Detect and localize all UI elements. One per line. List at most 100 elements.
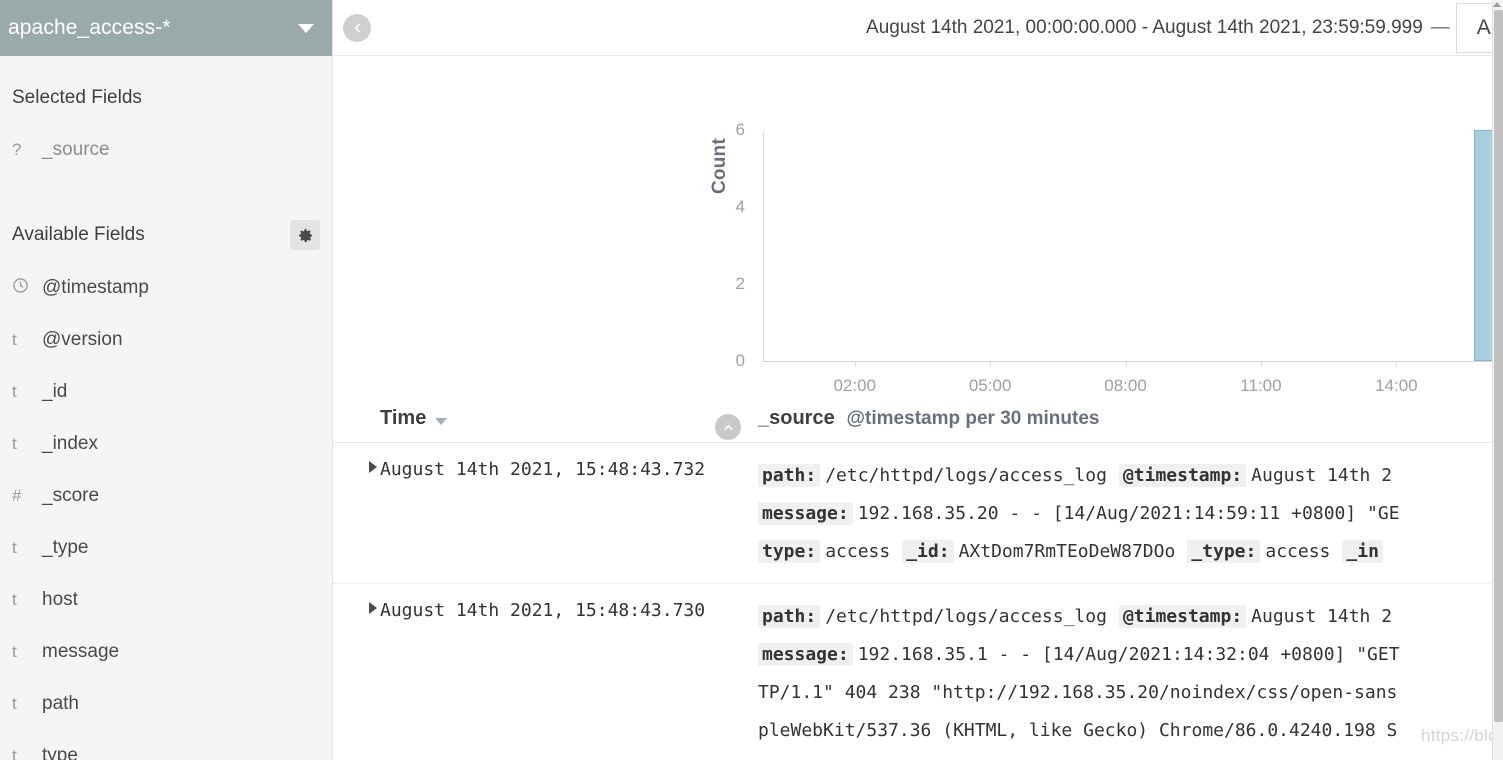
available-field-host[interactable]: t host [0, 574, 332, 626]
page-scrollbar-thumb[interactable] [1494, 10, 1503, 722]
available-field-timestamp[interactable]: @timestamp [0, 262, 332, 314]
selected-fields-label: Selected Fields [12, 87, 142, 108]
field-name: _id [42, 381, 68, 402]
available-field-id[interactable]: t _id [0, 366, 332, 418]
doc-field-value: 192.168.35.1 - - [14/Aug/2021:14:32:04 +… [857, 644, 1400, 665]
scroll-up-arrow-icon[interactable] [1493, 2, 1501, 7]
available-field-type[interactable]: t _type [0, 522, 332, 574]
doc-field-value: August 14th 2 [1251, 606, 1393, 627]
column-header-source-label: _source [758, 407, 835, 429]
table-body: August 14th 2021, 15:48:43.732 path:/etc/… [333, 443, 1503, 760]
doc-source: path:/etc/httpd/logs/access_log @timestam… [758, 598, 1503, 750]
table-row[interactable]: August 14th 2021, 15:48:43.730 path:/etc/… [333, 584, 1503, 760]
field-type-icon-string: t [12, 590, 17, 609]
available-fields-label: Available Fields [12, 224, 145, 245]
field-name: @version [42, 329, 123, 350]
field-name: _index [42, 433, 98, 454]
field-name: _score [42, 485, 100, 506]
top-bar: August 14th 2021, 00:00:00.000 - August … [333, 0, 1503, 56]
doc-source-line: type: access _id: AXtDom7RmTEoDeW87DOo _type… [758, 533, 1499, 571]
doc-field-value: pleWebKit/537.36 (KHTML, like Gecko) Chr… [758, 720, 1398, 741]
doc-timestamp: August 14th 2021, 15:48:43.732 [380, 459, 706, 480]
field-type-icon-string: t [12, 434, 17, 453]
x-tick-1100: 11:00 [1240, 376, 1282, 395]
doc-field-label: path: [758, 464, 821, 487]
field-name: type [42, 745, 78, 760]
selected-field-source[interactable]: ? _source [0, 125, 332, 175]
doc-source-line: message: 192.168.35.1 - - [14/Aug/2021:14… [758, 636, 1499, 674]
selected-field-list: ? _source [0, 125, 332, 175]
doc-source-line: message: 192.168.35.20 - - [14/Aug/2021:1… [758, 495, 1499, 533]
selected-fields-heading: Selected Fields [0, 85, 332, 111]
x-tick-mark [854, 361, 856, 367]
table-row[interactable]: August 14th 2021, 15:48:43.732 path:/etc/… [333, 443, 1503, 584]
doc-source-line: path:/etc/httpd/logs/access_log @timestam… [758, 457, 1499, 495]
field-name: path [42, 693, 79, 714]
column-header-source[interactable]: _source [758, 407, 835, 430]
doc-field-value: 192.168.35.20 - - [14/Aug/2021:14:59:11 … [857, 503, 1400, 524]
available-field-message[interactable]: t message [0, 626, 332, 678]
y-tick-4: 4 [735, 197, 745, 216]
y-axis-ticks: 0 2 4 6 [721, 56, 745, 386]
field-type-icon-string: t [12, 538, 17, 557]
sort-desc-caret-icon[interactable] [435, 418, 448, 425]
x-axis-ticks: 02:00 05:00 08:00 11:00 14:00 [763, 361, 1491, 395]
index-pattern-name: apache_access-* [8, 16, 171, 39]
x-tick-mark [1125, 361, 1127, 367]
chevron-left-glyph [354, 22, 361, 33]
y-tick-2: 2 [735, 274, 745, 293]
y-tick-0: 0 [735, 351, 745, 370]
field-name: @timestamp [42, 277, 149, 298]
doc-timestamp: August 14th 2021, 15:48:43.730 [380, 600, 706, 621]
x-tick-1400: 14:00 [1375, 376, 1418, 395]
document-table: Time _source August 14th 2021, 15:48:43.… [333, 395, 1503, 760]
chevron-left-circle-icon[interactable] [343, 13, 371, 42]
doc-field-label: _in [1342, 540, 1383, 563]
gear-icon-glyph [298, 228, 312, 242]
doc-field-label: type: [758, 540, 821, 563]
doc-field-label: _type: [1187, 540, 1261, 563]
histogram-chart[interactable]: Count 0246 02:00 05:00 08:00 11:00 14:00 @ti… [333, 56, 1503, 440]
available-field-type[interactable]: t type [0, 730, 332, 760]
caret-right-icon [369, 602, 377, 614]
doc-field-label: _id: [902, 540, 954, 563]
x-tick-0800: 08:00 [1104, 376, 1147, 395]
doc-field-label: path: [758, 605, 821, 628]
x-tick-mark [1396, 361, 1398, 367]
field-name: _source [42, 139, 110, 160]
column-header-time[interactable]: Time [380, 407, 758, 430]
field-name: host [42, 589, 78, 610]
doc-field-value: access [825, 541, 891, 562]
doc-field-label: @timestamp: [1118, 464, 1247, 487]
time-range-text[interactable]: August 14th 2021, 00:00:00.000 - August … [866, 17, 1423, 39]
plot-area[interactable] [763, 130, 1499, 362]
field-name: message [42, 641, 120, 662]
main-panel: August 14th 2021, 00:00:00.000 - August … [333, 0, 1503, 760]
time-picker[interactable]: August 14th 2021, 00:00:00.000 - August … [371, 2, 1503, 53]
doc-source-line: path:/etc/httpd/logs/access_log @timestam… [758, 598, 1499, 636]
field-type-icon-string: t [12, 330, 17, 349]
doc-source-line: pleWebKit/537.36 (KHTML, like Gecko) Chr… [758, 712, 1499, 750]
available-field-path[interactable]: t path [0, 678, 332, 730]
doc-field-value: access [1265, 541, 1331, 562]
doc-field-value: August 14th 2 [1251, 465, 1393, 486]
x-tick-mark [1260, 361, 1262, 367]
doc-field-label: message: [758, 643, 853, 666]
available-field-list: @timestamp t @version t _id t _index # _score t _t… [0, 262, 332, 760]
x-tick-0200: 02:00 [833, 376, 876, 395]
page-scrollbar[interactable] [1492, 0, 1503, 760]
field-type-icon-string: t [12, 694, 17, 713]
field-type-icon-unknown: ? [12, 140, 22, 159]
expand-row-toggle[interactable] [333, 457, 380, 571]
available-field-version[interactable]: t @version [0, 314, 332, 366]
doc-field-value: /etc/httpd/logs/access_log [825, 465, 1107, 486]
expand-row-toggle[interactable] [333, 598, 380, 750]
gear-icon[interactable] [290, 220, 320, 250]
available-field-index[interactable]: t _index [0, 418, 332, 470]
available-field-score[interactable]: # _score [0, 470, 332, 522]
field-type-icon-string: t [12, 382, 17, 401]
doc-source-line: TP/1.1" 404 238 "http://192.168.35.20/no… [758, 674, 1499, 712]
x-tick-mark [990, 361, 992, 367]
index-pattern-selector[interactable]: apache_access-* [0, 0, 332, 56]
field-type-icon-string: t [12, 642, 17, 661]
